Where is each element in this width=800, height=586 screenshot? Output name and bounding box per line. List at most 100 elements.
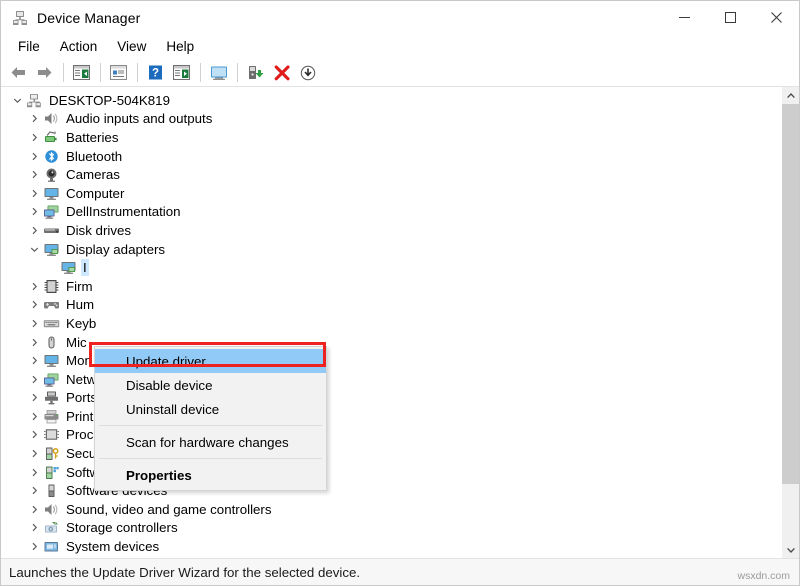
tree-row[interactable]: Batteries [1,128,781,147]
tree-row-label: Sound, video and game controllers [64,501,274,518]
context-menu-item-properties[interactable]: Properties [95,463,326,487]
uninstall-device-icon[interactable] [269,61,294,84]
minimize-button[interactable] [661,1,707,34]
vertical-scrollbar[interactable] [781,87,799,558]
show-hide-console-tree-icon[interactable] [69,61,94,84]
help-icon[interactable]: ? [143,61,168,84]
chevron-right-icon[interactable] [26,412,42,421]
chevron-right-icon[interactable] [26,523,42,532]
tree-row[interactable]: Storage controllers [1,519,781,538]
chevron-right-icon[interactable] [26,542,42,551]
title-bar: Device Manager [1,1,799,34]
display-adapter-icon [42,241,60,257]
tree-row[interactable]: I [1,258,781,277]
toolbar-separator [200,63,201,82]
chevron-right-icon[interactable] [26,356,42,365]
context-menu-item-update-driver[interactable]: Update driver [95,349,326,373]
chevron-right-icon[interactable] [26,375,42,384]
chevron-right-icon[interactable] [26,449,42,458]
system-device-icon [42,539,60,555]
menu-help[interactable]: Help [157,36,203,57]
tree-row[interactable]: Firm [1,277,781,296]
tree-row[interactable]: Display adapters [1,240,781,259]
chevron-right-icon[interactable] [26,468,42,477]
device-manager-icon [12,10,28,26]
tree-row[interactable]: Computer [1,184,781,203]
tree-row[interactable]: DESKTOP-504K819 [1,91,781,110]
tree-row[interactable]: Sound, video and game controllers [1,500,781,519]
window-controls [661,1,799,34]
scroll-up-arrow-icon[interactable] [782,87,799,104]
tree-row-label: Computer [64,185,126,202]
scrollbar-track[interactable] [782,104,799,541]
chevron-right-icon[interactable] [26,319,42,328]
context-menu-item-uninstall-device[interactable]: Uninstall device [95,397,326,421]
tree-row[interactable]: Bluetooth [1,147,781,166]
disable-device-icon[interactable] [295,61,320,84]
chevron-right-icon[interactable] [26,170,42,179]
toolbar-separator [100,63,101,82]
toolbar: ? [1,59,799,87]
chevron-right-icon[interactable] [26,393,42,402]
forward-icon[interactable] [32,61,57,84]
tree-row-label: Bluetooth [64,148,124,165]
chevron-right-icon[interactable] [26,152,42,161]
tree-row-label: Cameras [64,166,122,183]
watermark: wsxdn.com [737,570,790,582]
network-adapter-icon [42,371,60,387]
speaker-icon [42,111,60,127]
menu-file[interactable]: File [9,36,49,57]
scan-for-hardware-changes-icon[interactable] [206,61,231,84]
bluetooth-icon [42,148,60,164]
close-button[interactable] [753,1,799,34]
scroll-down-arrow-icon[interactable] [782,541,799,558]
chevron-right-icon[interactable] [26,133,42,142]
menu-view[interactable]: View [108,36,155,57]
tree-row[interactable]: Keyb [1,314,781,333]
tree-row-label: Audio inputs and outputs [64,110,214,127]
back-icon[interactable] [6,61,31,84]
context-menu-item-disable-device[interactable]: Disable device [95,373,326,397]
tree-row[interactable]: DellInstrumentation [1,203,781,222]
scrollbar-thumb[interactable] [782,104,799,484]
tree-row[interactable]: Hum [1,296,781,315]
chevron-right-icon[interactable] [26,189,42,198]
chevron-right-icon[interactable] [26,226,42,235]
tree-row-label: Hum [64,296,96,313]
update-driver-icon[interactable] [243,61,268,84]
svg-text:?: ? [152,68,159,80]
tree-row-label: Storage controllers [64,519,180,536]
menu-bar: File Action View Help [1,34,799,59]
show-hide-action-pane-icon[interactable] [169,61,194,84]
tree-row-label: Firm [64,278,95,295]
tree-row-label: Mic [64,334,89,351]
context-menu[interactable]: Update driverDisable deviceUninstall dev… [94,346,327,491]
chevron-right-icon[interactable] [26,430,42,439]
toolbar-separator [237,63,238,82]
chevron-right-icon[interactable] [26,282,42,291]
tree-row-label: System devices [64,538,161,555]
chevron-right-icon[interactable] [26,505,42,514]
chevron-right-icon[interactable] [26,338,42,347]
tree-row[interactable]: System devices [1,537,781,556]
chevron-down-icon[interactable] [9,96,25,105]
tree-row-label: DESKTOP-504K819 [47,92,172,109]
tree-row[interactable]: Cameras [1,165,781,184]
menu-action[interactable]: Action [51,36,107,57]
chevron-right-icon[interactable] [26,207,42,216]
firmware-icon [42,278,60,294]
printer-icon [42,408,60,424]
tree-row[interactable]: Disk drives [1,221,781,240]
camera-icon [42,167,60,183]
properties-icon[interactable] [106,61,131,84]
context-menu-item-scan-for-hardware-changes[interactable]: Scan for hardware changes [95,430,326,454]
chevron-down-icon[interactable] [26,245,42,254]
chevron-right-icon[interactable] [26,300,42,309]
tree-row-label: DellInstrumentation [64,203,183,220]
chevron-right-icon[interactable] [26,114,42,123]
chevron-right-icon[interactable] [26,486,42,495]
tree-row-label: Keyb [64,315,98,332]
sound-video-game-icon [42,501,60,517]
maximize-button[interactable] [707,1,753,34]
tree-row[interactable]: Audio inputs and outputs [1,110,781,129]
